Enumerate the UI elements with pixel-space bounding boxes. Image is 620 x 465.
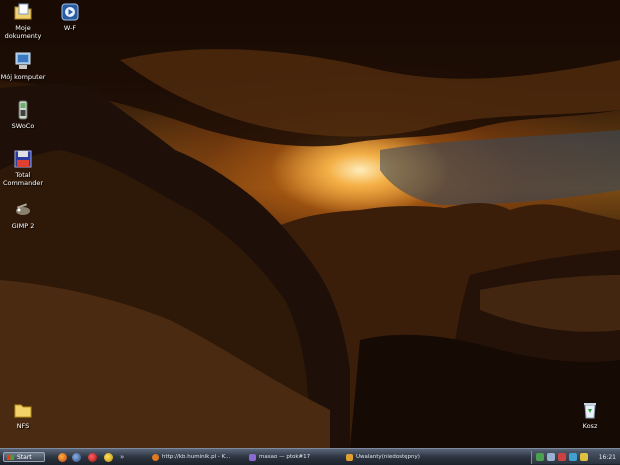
taskbar-task[interactable]: Uwalanty(niedostępny) <box>344 452 444 463</box>
task-label: http://kb.huminik.pl - K... <box>162 454 231 460</box>
taskbar-task[interactable]: http://kb.huminik.pl - K... <box>150 452 242 463</box>
desktop-icon-gimp[interactable]: GIMP 2 <box>0 200 46 230</box>
network-icon[interactable] <box>72 453 81 462</box>
antivirus-tray-icon[interactable] <box>558 453 566 461</box>
desktop-icon-label: Moje dokumenty <box>4 24 42 40</box>
smiley-icon[interactable] <box>104 453 113 462</box>
clock[interactable]: 16:21 <box>599 451 616 464</box>
desktop: Moje dokumenty W-F Mój komputer SWoCo To… <box>0 0 620 448</box>
desktop-icon-my-documents[interactable]: Moje dokumenty <box>0 2 46 40</box>
desktop-icon-my-computer[interactable]: Mój komputer <box>0 51 46 81</box>
windows-flag-icon <box>7 455 14 460</box>
computer-icon <box>13 51 33 71</box>
desktop-icon-label: GIMP 2 <box>11 222 35 230</box>
task-label: masao — ptok#17 <box>259 454 311 460</box>
arrow-icon[interactable]: » <box>120 453 127 462</box>
desktop-icon-label: SWoCo <box>11 122 35 130</box>
desktop-icon-swoco[interactable]: SWoCo <box>0 100 46 130</box>
firefox-icon <box>152 454 159 461</box>
taskbar: Start » http://kb.huminik.pl - K... masa… <box>0 448 620 465</box>
wallpaper-mountains <box>0 0 620 448</box>
floppy-icon <box>13 149 33 169</box>
desktop-icon-label: NFS <box>16 422 30 430</box>
network-tray-icon[interactable] <box>536 453 544 461</box>
desktop-icon-label: Total Commander <box>2 171 44 187</box>
desktop-icon-recycle-bin[interactable]: Kosz <box>567 400 613 430</box>
desktop-icon-total-commander[interactable]: Total Commander <box>0 149 46 187</box>
desktop-icon-label: Mój komputer <box>0 73 46 81</box>
folder-documents-icon <box>13 2 33 22</box>
mail-icon <box>346 454 353 461</box>
taskbar-task[interactable]: masao — ptok#17 <box>247 452 339 463</box>
task-label: Uwalanty(niedostępny) <box>356 454 420 460</box>
firefox-icon[interactable] <box>58 453 67 462</box>
desktop-icon-label: Kosz <box>582 422 598 430</box>
desktop-icon-nfs[interactable]: NFS <box>0 400 46 430</box>
system-tray: 16:21 <box>531 451 620 464</box>
start-label: Start <box>17 454 32 461</box>
opera-icon[interactable] <box>88 453 97 462</box>
gimp-icon <box>13 200 33 220</box>
phone-icon <box>13 100 33 120</box>
start-button[interactable]: Start <box>3 452 45 462</box>
media-player-icon <box>60 2 80 22</box>
recycle-bin-icon <box>580 400 600 420</box>
desktop-icon-wmp[interactable]: W-F <box>47 2 93 32</box>
chat-icon <box>249 454 256 461</box>
volume-tray-icon[interactable] <box>547 453 555 461</box>
messenger-tray-icon[interactable] <box>569 453 577 461</box>
update-tray-icon[interactable] <box>580 453 588 461</box>
desktop-icon-label: W-F <box>63 24 77 32</box>
folder-icon <box>13 400 33 420</box>
